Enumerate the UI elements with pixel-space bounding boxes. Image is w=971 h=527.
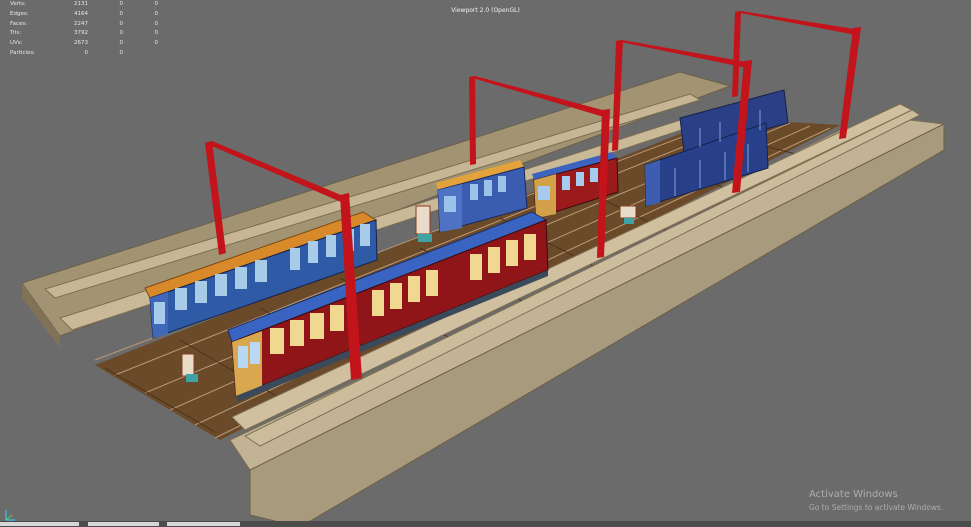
- barrier-sign-middle: [415, 205, 432, 242]
- hud-value: 0: [119, 40, 124, 47]
- hud-value: 0: [154, 20, 159, 27]
- hud-stats: Verts: 2131 0 0 Edges: 4164 0 0 Faces: 2…: [10, 0, 158, 59]
- hud-label: Tris:: [10, 30, 22, 37]
- hud-value: 4164: [74, 10, 88, 17]
- hud-value: 2247: [74, 20, 88, 27]
- watermark-subtitle: Go to Settings to activate Windows.: [809, 503, 944, 512]
- hud-label: Particles:: [10, 49, 36, 56]
- timeline-segment[interactable]: [167, 522, 240, 526]
- watermark-title: Activate Windows: [809, 489, 898, 500]
- hud-value: 2673: [74, 40, 88, 47]
- activate-windows-watermark: Activate Windows Go to Settings to activ…: [809, 489, 943, 512]
- hud-value: 0: [119, 30, 124, 37]
- hud-label: Edges:: [10, 10, 29, 17]
- hud-value: 0: [119, 20, 124, 27]
- scene-3d[interactable]: [0, 0, 971, 527]
- hud-row-faces: Faces: 2247 0 0: [10, 20, 158, 30]
- hud-label: UVs:: [10, 40, 23, 47]
- hud-label: Verts:: [10, 1, 26, 7]
- hud-label: Faces:: [10, 20, 28, 27]
- hud-value: 3792: [74, 30, 88, 37]
- hud-value: 2131: [74, 1, 88, 7]
- hud-value: [123, 49, 158, 59]
- hud-value: 0: [154, 10, 159, 17]
- hud-value: 0: [154, 1, 159, 7]
- hud-row-tris: Tris: 3792 0 0: [10, 29, 158, 39]
- hud-value: 0: [119, 1, 124, 7]
- maya-viewport[interactable]: Viewport 2.0 (OpenGL) Verts: 2131 0 0 Ed…: [0, 0, 971, 527]
- hud-value: 0: [119, 10, 124, 17]
- hud-value: 0: [154, 30, 159, 37]
- timeline-segment[interactable]: [0, 522, 79, 526]
- axis-gizmo-icon: [5, 510, 15, 521]
- hud-row-particles: Particles: 0 0: [10, 49, 158, 59]
- hud-value: 0: [154, 40, 159, 47]
- hud-row-uvs: UVs: 2673 0 0: [10, 39, 158, 49]
- hud-row-verts: Verts: 2131 0 0: [10, 0, 158, 10]
- timeline-segment[interactable]: [88, 522, 159, 526]
- hud-value: 0: [84, 49, 89, 56]
- hud-value: 0: [119, 49, 124, 56]
- hud-row-edges: Edges: 4164 0 0: [10, 10, 158, 20]
